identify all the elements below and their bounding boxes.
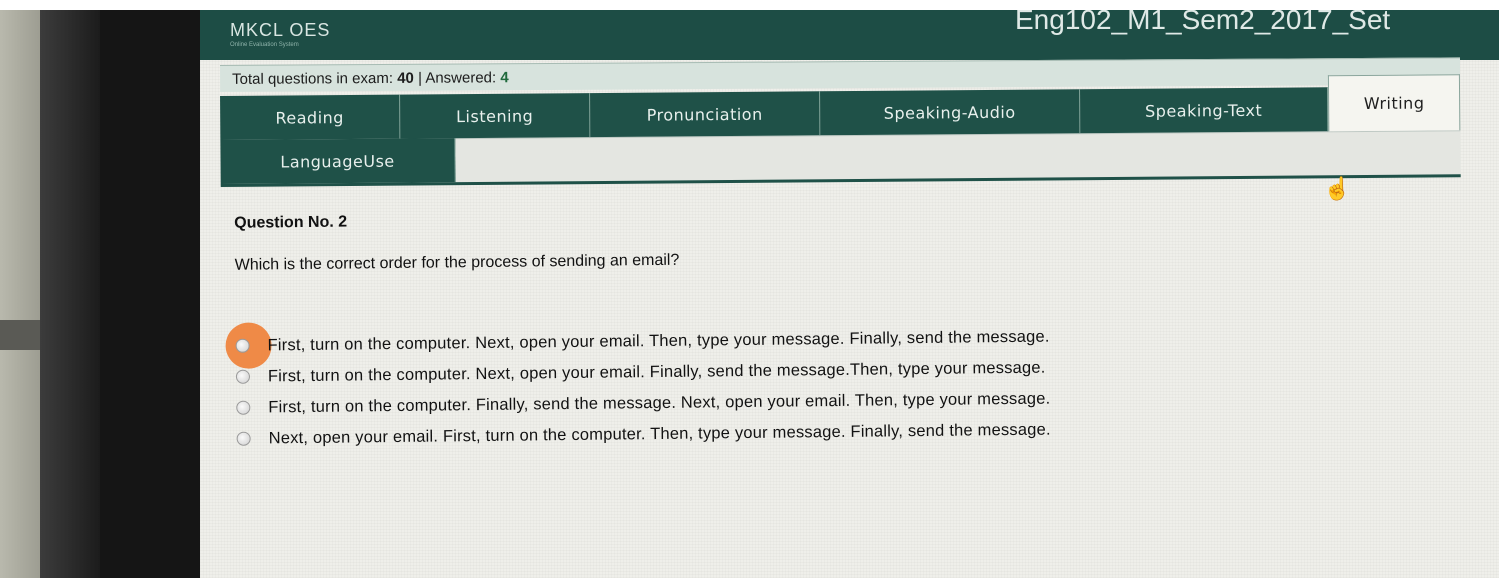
app-logo: MKCL OES <box>230 20 331 40</box>
tab-writing[interactable]: Writing <box>1327 74 1461 132</box>
answer-option-label: First, turn on the computer. Next, open … <box>267 327 1050 354</box>
tab-listening[interactable]: Listening <box>400 93 591 139</box>
question-text: Which is the correct order for the proce… <box>234 251 680 274</box>
wall-background <box>0 10 40 578</box>
tab-speaking-text[interactable]: Speaking-Text <box>1080 87 1329 134</box>
stats-separator: | <box>417 69 422 87</box>
question-number: Question No. 2 <box>234 213 348 232</box>
tab-languageuse[interactable]: LanguageUse <box>220 138 456 184</box>
answered-value: 4 <box>500 69 509 87</box>
desk-object <box>0 320 40 350</box>
total-questions-value: 40 <box>397 69 414 87</box>
app-logo-subtitle: Online Evaluation System <box>230 42 299 48</box>
tab-speaking-audio[interactable]: Speaking-Audio <box>820 89 1081 136</box>
app-header: MKCL OES Online Evaluation System Eng102… <box>200 10 1499 60</box>
answered-label: Answered: <box>425 69 497 87</box>
answer-option-4[interactable]: Next, open your email. First, turn on th… <box>236 416 1051 453</box>
exam-screen: MKCL OES Online Evaluation System Eng102… <box>200 10 1499 578</box>
monitor-bezel-inner <box>100 10 200 578</box>
radio-button[interactable] <box>235 338 250 353</box>
question-panel: Question No. 2 Which is the correct orde… <box>216 191 1460 575</box>
answer-option-label: First, turn on the computer. Next, open … <box>267 358 1046 385</box>
total-questions-label: Total questions in exam: <box>232 69 394 88</box>
radio-button[interactable] <box>236 431 251 446</box>
section-tabs: Reading Listening Pronunciation Speaking… <box>220 74 1461 201</box>
tab-pronunciation[interactable]: Pronunciation <box>590 91 821 138</box>
exam-title: Eng102_M1_Sem2_2017_Set <box>1015 10 1391 35</box>
monitor-bezel <box>40 10 100 578</box>
exam-stats-text: Total questions in exam: 40 | Answered: … <box>232 69 509 88</box>
radio-button[interactable] <box>235 369 251 384</box>
answer-option-label: Next, open your email. First, turn on th… <box>268 420 1051 447</box>
radio-button[interactable] <box>236 400 251 415</box>
tab-reading[interactable]: Reading <box>220 94 401 140</box>
answer-option-label: First, turn on the computer. Finally, se… <box>268 389 1051 416</box>
